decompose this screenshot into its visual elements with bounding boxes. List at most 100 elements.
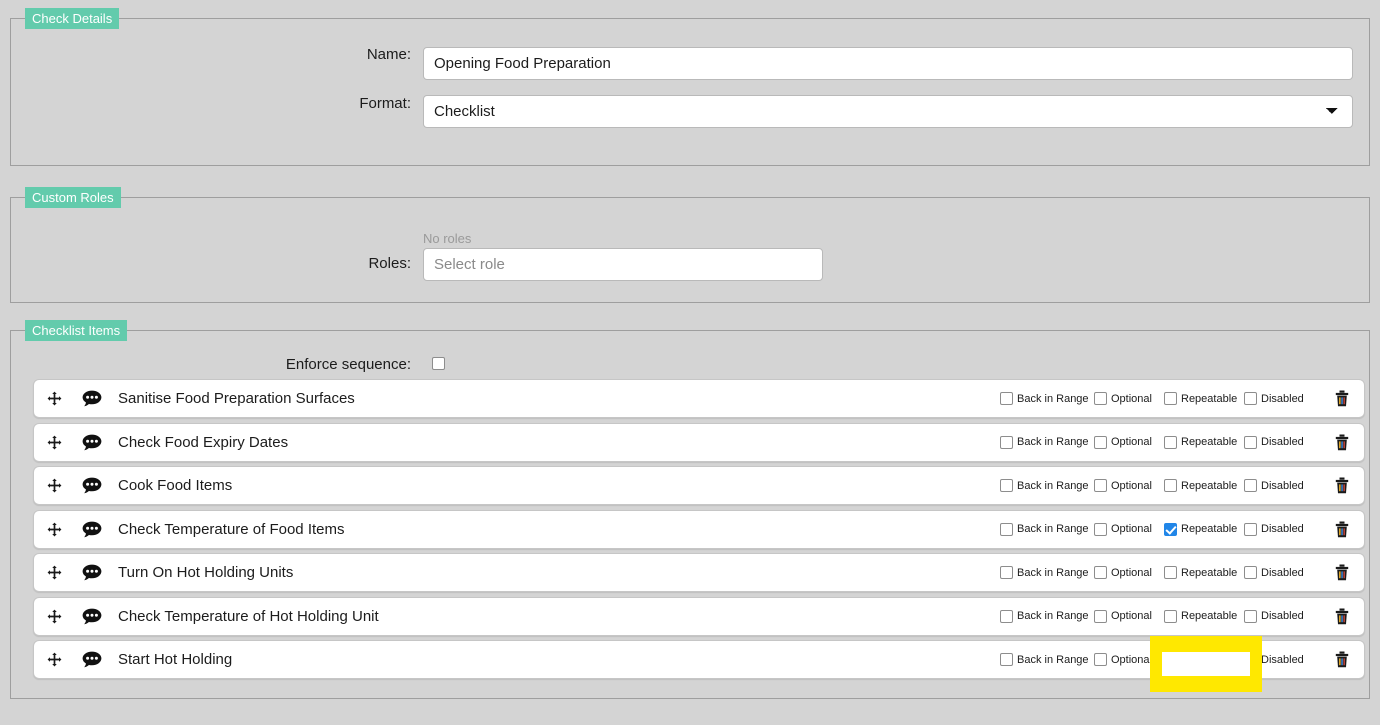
flag-repeatable[interactable]: Repeatable (1164, 523, 1244, 536)
checklist-item-row[interactable]: Check Temperature of Hot Holding Unit Ba… (33, 597, 1365, 636)
repeatable-checkbox[interactable] (1164, 653, 1177, 666)
checklist-item-row[interactable]: Check Food Expiry Dates Back in Range Op… (33, 423, 1365, 462)
delete-item-button[interactable] (1320, 564, 1364, 581)
enforce-sequence-checkbox[interactable] (432, 357, 445, 370)
drag-handle-icon[interactable] (34, 522, 74, 537)
flag-repeatable[interactable]: Repeatable (1164, 436, 1244, 449)
checklist-item-title: Check Temperature of Food Items (118, 521, 1000, 538)
disabled-checkbox[interactable] (1244, 610, 1257, 623)
checklist-item-row[interactable]: Check Temperature of Food Items Back in … (33, 510, 1365, 549)
checklist-item-title: Check Temperature of Hot Holding Unit (118, 608, 1000, 625)
optional-checkbox[interactable] (1094, 436, 1107, 449)
disabled-checkbox[interactable] (1244, 566, 1257, 579)
flag-back-in-range[interactable]: Back in Range (1000, 566, 1094, 579)
delete-item-button[interactable] (1320, 390, 1364, 407)
repeatable-checkbox[interactable] (1164, 392, 1177, 405)
flag-back-in-range[interactable]: Back in Range (1000, 610, 1094, 623)
comment-bubble-icon[interactable] (74, 390, 110, 407)
comment-bubble-icon[interactable] (74, 564, 110, 581)
flag-disabled[interactable]: Disabled (1244, 392, 1316, 405)
flag-disabled[interactable]: Disabled (1244, 523, 1316, 536)
delete-item-button[interactable] (1320, 477, 1364, 494)
checklist-item-row[interactable]: Sanitise Food Preparation Surfaces Back … (33, 379, 1365, 418)
back-in-range-label: Back in Range (1017, 393, 1089, 405)
optional-checkbox[interactable] (1094, 479, 1107, 492)
flag-repeatable[interactable]: Repeatable (1164, 479, 1244, 492)
flag-disabled[interactable]: Disabled (1244, 479, 1316, 492)
flag-optional[interactable]: Optional (1094, 566, 1164, 579)
drag-handle-icon[interactable] (34, 478, 74, 493)
back-in-range-checkbox[interactable] (1000, 392, 1013, 405)
check-name-input[interactable] (423, 47, 1353, 80)
repeatable-label: Repeatable (1181, 523, 1237, 535)
flag-repeatable[interactable]: Repeatable (1164, 566, 1244, 579)
delete-item-button[interactable] (1320, 608, 1364, 625)
checklist-item-row[interactable]: Turn On Hot Holding Units Back in Range … (33, 553, 1365, 592)
check-format-select[interactable]: Checklist (423, 95, 1353, 128)
back-in-range-checkbox[interactable] (1000, 479, 1013, 492)
back-in-range-checkbox[interactable] (1000, 436, 1013, 449)
back-in-range-checkbox[interactable] (1000, 653, 1013, 666)
flag-repeatable[interactable]: Repeatable (1164, 392, 1244, 405)
drag-handle-icon[interactable] (34, 565, 74, 580)
back-in-range-label: Back in Range (1017, 480, 1089, 492)
checklist-item-flags: Back in Range Optional Repeatable Disabl… (1000, 436, 1316, 449)
back-in-range-checkbox[interactable] (1000, 610, 1013, 623)
checklist-item-row[interactable]: Start Hot Holding Back in Range Optional… (33, 640, 1365, 679)
flag-disabled[interactable]: Disabled (1244, 653, 1316, 666)
flag-optional[interactable]: Optional (1094, 653, 1164, 666)
drag-handle-icon[interactable] (34, 609, 74, 624)
flag-back-in-range[interactable]: Back in Range (1000, 392, 1094, 405)
disabled-checkbox[interactable] (1244, 653, 1257, 666)
back-in-range-checkbox[interactable] (1000, 566, 1013, 579)
repeatable-checkbox[interactable] (1164, 566, 1177, 579)
back-in-range-label: Back in Range (1017, 523, 1089, 535)
optional-label: Optional (1111, 654, 1152, 666)
flag-optional[interactable]: Optional (1094, 436, 1164, 449)
checklist-item-title: Turn On Hot Holding Units (118, 564, 1000, 581)
drag-handle-icon[interactable] (34, 391, 74, 406)
flag-optional[interactable]: Optional (1094, 610, 1164, 623)
format-label: Format: (261, 95, 411, 112)
flag-optional[interactable]: Optional (1094, 392, 1164, 405)
flag-disabled[interactable]: Disabled (1244, 610, 1316, 623)
disabled-label: Disabled (1261, 523, 1304, 535)
roles-select-input[interactable] (423, 248, 823, 281)
delete-item-button[interactable] (1320, 521, 1364, 538)
comment-bubble-icon[interactable] (74, 434, 110, 451)
flag-optional[interactable]: Optional (1094, 479, 1164, 492)
flag-back-in-range[interactable]: Back in Range (1000, 479, 1094, 492)
disabled-checkbox[interactable] (1244, 523, 1257, 536)
optional-checkbox[interactable] (1094, 610, 1107, 623)
flag-back-in-range[interactable]: Back in Range (1000, 653, 1094, 666)
comment-bubble-icon[interactable] (74, 477, 110, 494)
checklist-item-row[interactable]: Cook Food Items Back in Range Optional R… (33, 466, 1365, 505)
flag-optional[interactable]: Optional (1094, 523, 1164, 536)
repeatable-checkbox[interactable] (1164, 436, 1177, 449)
comment-bubble-icon[interactable] (74, 608, 110, 625)
flag-back-in-range[interactable]: Back in Range (1000, 523, 1094, 536)
comment-bubble-icon[interactable] (74, 651, 110, 668)
flag-repeatable[interactable]: Repeatable (1164, 653, 1244, 666)
optional-checkbox[interactable] (1094, 523, 1107, 536)
disabled-label: Disabled (1261, 610, 1304, 622)
flag-disabled[interactable]: Disabled (1244, 566, 1316, 579)
delete-item-button[interactable] (1320, 651, 1364, 668)
back-in-range-checkbox[interactable] (1000, 523, 1013, 536)
comment-bubble-icon[interactable] (74, 521, 110, 538)
repeatable-checkbox[interactable] (1164, 523, 1177, 536)
disabled-checkbox[interactable] (1244, 436, 1257, 449)
drag-handle-icon[interactable] (34, 652, 74, 667)
delete-item-button[interactable] (1320, 434, 1364, 451)
flag-disabled[interactable]: Disabled (1244, 436, 1316, 449)
drag-handle-icon[interactable] (34, 435, 74, 450)
disabled-checkbox[interactable] (1244, 392, 1257, 405)
optional-checkbox[interactable] (1094, 566, 1107, 579)
disabled-checkbox[interactable] (1244, 479, 1257, 492)
flag-repeatable[interactable]: Repeatable (1164, 610, 1244, 623)
repeatable-checkbox[interactable] (1164, 479, 1177, 492)
optional-checkbox[interactable] (1094, 653, 1107, 666)
optional-checkbox[interactable] (1094, 392, 1107, 405)
flag-back-in-range[interactable]: Back in Range (1000, 436, 1094, 449)
repeatable-checkbox[interactable] (1164, 610, 1177, 623)
